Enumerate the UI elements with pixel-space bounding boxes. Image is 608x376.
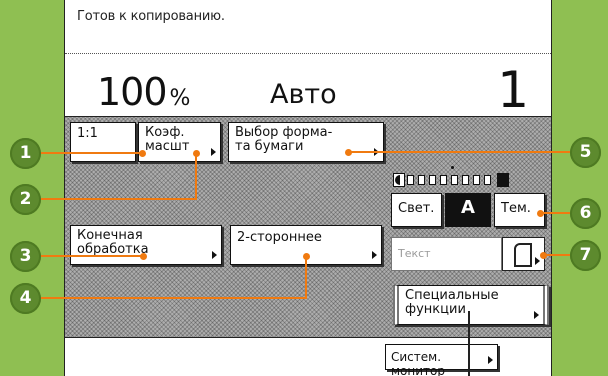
marker-2 [193,150,200,157]
marker-6 [537,210,544,217]
marker-1 [139,150,146,157]
marker-5 [345,149,352,156]
callout-5: 5 [570,137,601,168]
callout-4: 4 [10,283,41,314]
callout-7: 7 [570,240,601,271]
callout-1: 1 [10,138,41,169]
callout-6: 6 [570,198,601,229]
callout-3: 3 [10,241,41,272]
callout-2: 2 [10,184,41,215]
marker-3 [140,253,147,260]
marker-4 [303,253,310,260]
callout-leader-lines [40,151,575,376]
marker-7 [540,252,547,259]
